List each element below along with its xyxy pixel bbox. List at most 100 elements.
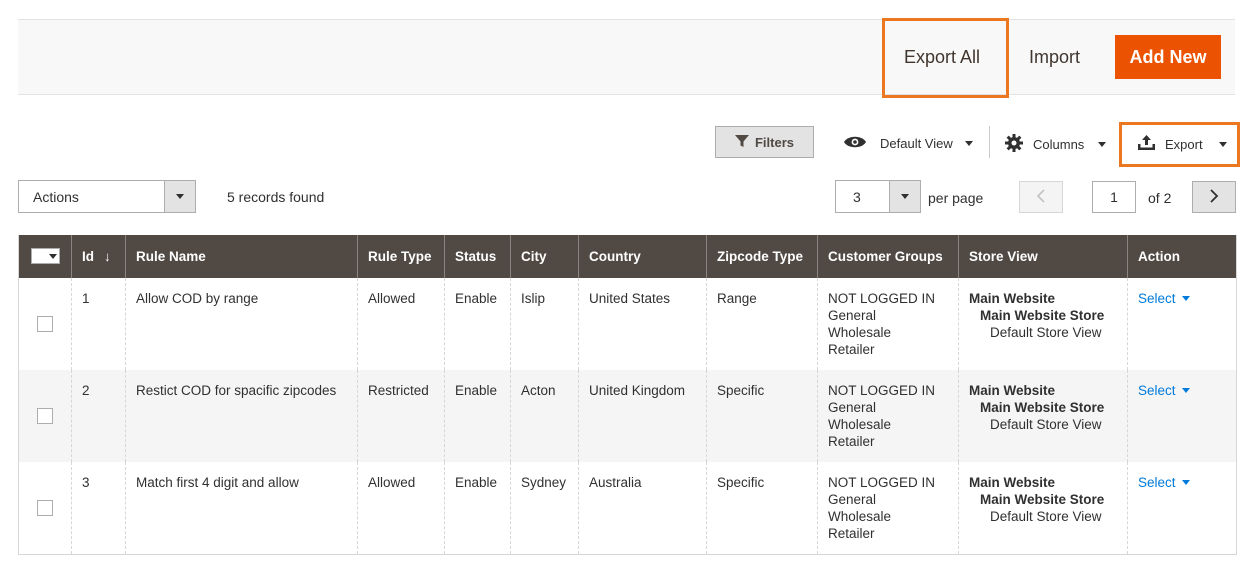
column-header-zipcode-type[interactable]: Zipcode Type [706, 235, 818, 278]
column-header-rule-name[interactable]: Rule Name [125, 235, 358, 278]
table-row: 2 Restict COD for spacific zipcodes Rest… [18, 370, 1237, 462]
cell-id: 3 [71, 462, 126, 555]
cell-zipcode-type: Specific [706, 462, 818, 555]
toolbar-divider [989, 126, 990, 158]
chevron-down-icon [964, 141, 973, 146]
column-header-customer-groups[interactable]: Customer Groups [817, 235, 959, 278]
cell-rule-name: Match first 4 digit and allow [125, 462, 358, 555]
group-item: Retailer [828, 434, 875, 449]
cell-action: Select [1127, 462, 1237, 555]
table-row: 1 Allow COD by range Allowed Enable Isli… [18, 278, 1237, 370]
group-item: Wholesale [828, 325, 892, 340]
group-item: General [828, 400, 877, 415]
upload-icon [1138, 135, 1155, 153]
mass-select-checkbox[interactable] [31, 248, 60, 264]
store-website: Main Website [969, 291, 1056, 306]
column-header-id-label: Id [82, 249, 94, 264]
filters-button[interactable]: Filters [715, 126, 814, 158]
cell-zipcode-type: Range [706, 278, 818, 370]
cell-id: 2 [71, 370, 126, 462]
cell-customer-groups: NOT LOGGED IN General Wholesale Retailer [817, 278, 959, 370]
column-header-id[interactable]: Id ↓ [71, 235, 126, 278]
cell-customer-groups: NOT LOGGED IN General Wholesale Retailer [817, 462, 959, 555]
gear-icon [1005, 134, 1023, 155]
mass-actions-toggle[interactable] [164, 181, 195, 212]
previous-page-button[interactable] [1019, 181, 1063, 213]
per-page-toggle[interactable] [889, 181, 920, 212]
chevron-right-icon [1209, 188, 1219, 206]
row-action-label: Select [1138, 383, 1176, 398]
store-group: Main Website Store [980, 492, 1105, 507]
group-item: Retailer [828, 526, 875, 541]
chevron-down-icon [1098, 142, 1107, 147]
total-pages-label: of 2 [1148, 190, 1172, 206]
column-header-country[interactable]: Country [578, 235, 707, 278]
group-item: General [828, 492, 877, 507]
column-header-rule-type[interactable]: Rule Type [357, 235, 445, 278]
group-item: NOT LOGGED IN [828, 475, 936, 490]
chevron-down-icon [901, 194, 909, 199]
export-dropdown[interactable]: Export [1138, 135, 1227, 153]
cell-rule-type: Restricted [357, 370, 445, 462]
per-page-label: per page [928, 190, 984, 206]
row-action-select[interactable]: Select [1138, 474, 1190, 491]
per-page-select[interactable]: 3 [835, 180, 921, 213]
page-number-input[interactable]: 1 [1092, 181, 1136, 213]
row-checkbox[interactable] [37, 500, 53, 516]
import-button[interactable]: Import [1029, 47, 1080, 68]
chevron-down-icon [1181, 296, 1190, 301]
row-select-cell [18, 278, 72, 370]
export-all-button[interactable]: Export All [904, 47, 980, 68]
filters-label: Filters [754, 134, 794, 150]
per-page-value: 3 [853, 189, 861, 205]
grid-header-row: Id ↓ Rule Name Rule Type Status City Coun… [18, 235, 1237, 278]
group-item: General [828, 308, 877, 323]
cell-customer-groups: NOT LOGGED IN General Wholesale Retailer [817, 370, 959, 462]
rules-grid: Id ↓ Rule Name Rule Type Status City Coun… [18, 235, 1237, 555]
view-switcher[interactable]: Default View [843, 135, 973, 152]
cell-country: United States [578, 278, 707, 370]
store-group: Main Website Store [980, 308, 1105, 323]
row-checkbox[interactable] [37, 316, 53, 332]
store-website: Main Website [969, 475, 1056, 490]
store-group: Main Website Store [980, 400, 1105, 415]
add-new-button[interactable]: Add New [1115, 35, 1221, 79]
row-action-label: Select [1138, 291, 1176, 306]
view-label: Default View [880, 136, 953, 151]
column-header-status[interactable]: Status [444, 235, 511, 278]
group-item: NOT LOGGED IN [828, 383, 936, 398]
filter-icon [734, 134, 749, 151]
cell-status: Enable [444, 278, 511, 370]
cell-store-view: Main Website Main Website Store Default … [958, 278, 1128, 370]
select-all-header[interactable] [18, 235, 72, 278]
column-header-action: Action [1127, 235, 1237, 278]
cell-country: Australia [578, 462, 707, 555]
eye-icon [843, 135, 867, 152]
group-item: Wholesale [828, 417, 892, 432]
row-action-select[interactable]: Select [1138, 382, 1190, 399]
cell-zipcode-type: Specific [706, 370, 818, 462]
cell-rule-type: Allowed [357, 462, 445, 555]
next-page-button[interactable] [1192, 181, 1236, 213]
store-website: Main Website [969, 383, 1056, 398]
chevron-down-icon [1218, 141, 1227, 147]
cell-city: Acton [510, 370, 579, 462]
chevron-down-icon [1181, 388, 1190, 393]
export-label: Export [1165, 136, 1203, 152]
table-row: 3 Match first 4 digit and allow Allowed … [18, 462, 1237, 555]
row-select-cell [18, 462, 72, 555]
row-checkbox[interactable] [37, 408, 53, 424]
store-view-name: Default Store View [990, 417, 1102, 432]
column-header-city[interactable]: City [510, 235, 579, 278]
mass-actions-select[interactable]: Actions [18, 180, 196, 213]
cell-action: Select [1127, 370, 1237, 462]
row-action-select[interactable]: Select [1138, 290, 1190, 307]
cell-country: United Kingdom [578, 370, 707, 462]
column-header-store-view[interactable]: Store View [958, 235, 1128, 278]
cell-rule-type: Allowed [357, 278, 445, 370]
cell-id: 1 [71, 278, 126, 370]
row-select-cell [18, 370, 72, 462]
group-item: NOT LOGGED IN [828, 291, 936, 306]
records-count: 5 records found [227, 189, 325, 205]
columns-control[interactable]: Columns [1005, 134, 1107, 155]
